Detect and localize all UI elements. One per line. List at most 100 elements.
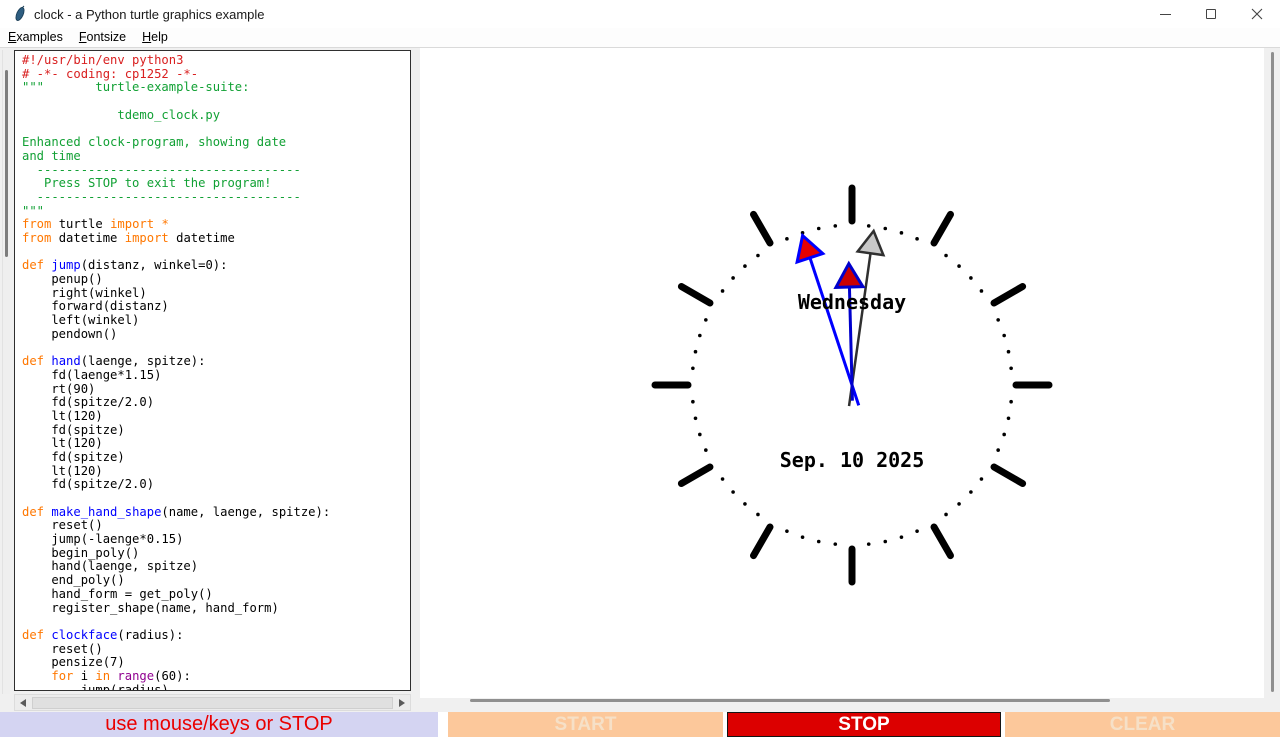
minute-dot [1009, 400, 1013, 404]
code-line: jump(radius) [22, 684, 330, 691]
hour-tick [681, 467, 710, 484]
menubar: Examples Fontsize Help [0, 28, 1280, 48]
scroll-left-arrow-icon[interactable] [20, 699, 26, 707]
maximize-button[interactable] [1188, 0, 1234, 28]
minute-dot [698, 334, 702, 338]
code-editor[interactable]: #!/usr/bin/env python3# -*- coding: cp12… [14, 50, 411, 691]
minute-dot [900, 535, 904, 539]
code-line: pendown() [22, 328, 330, 342]
minute-dot [731, 490, 735, 494]
minute-dot [721, 477, 725, 481]
minute-dot [833, 542, 837, 546]
hour-tick [994, 467, 1023, 484]
minute-dot [867, 224, 871, 228]
code-line: """ turtle-example-suite: [22, 81, 330, 95]
minute-dot [694, 416, 698, 420]
code-line [22, 615, 330, 629]
clock-drawing: WednesdaySep. 10 2025 [420, 48, 1264, 698]
minute-dot [883, 540, 887, 544]
bottombar: use mouse/keys or STOP START STOP CLEAR [0, 712, 1280, 737]
minute-dot [1002, 334, 1006, 338]
minute-dot [743, 264, 747, 268]
stop-button[interactable]: STOP [727, 712, 1001, 737]
turtle-canvas[interactable]: WednesdaySep. 10 2025 [420, 48, 1264, 698]
minimize-icon [1160, 14, 1171, 15]
code-line: fd(spitze/2.0) [22, 396, 330, 410]
minute-dot [900, 231, 904, 235]
minute-dot [785, 529, 789, 533]
date-label: Sep. 10 2025 [780, 448, 925, 472]
canvas-vertical-scrollbar[interactable] [1271, 52, 1274, 692]
minimize-button[interactable] [1142, 0, 1188, 28]
code-line [22, 492, 330, 506]
code-line: for i in range(60): [22, 670, 330, 684]
code-line: fd(spitze) [22, 424, 330, 438]
minute-dot [691, 400, 695, 404]
code-line: rt(90) [22, 383, 330, 397]
minute-dot [996, 318, 1000, 322]
code-line: penup() [22, 273, 330, 287]
minute-dot [704, 448, 708, 452]
code-line: from datetime import datetime [22, 232, 330, 246]
hour-tick [754, 527, 771, 556]
code-vertical-scrollbar[interactable] [2, 50, 10, 694]
canvas-horizontal-scrollbar[interactable] [470, 699, 1110, 702]
menu-examples[interactable]: Examples [0, 28, 71, 48]
minute-dot [944, 254, 948, 258]
code-line: def clockface(radius): [22, 629, 330, 643]
code-line: left(winkel) [22, 314, 330, 328]
hour-tick [994, 287, 1023, 304]
clear-button[interactable]: CLEAR [1005, 712, 1280, 737]
workspace: #!/usr/bin/env python3# -*- coding: cp12… [0, 48, 1280, 712]
scroll-right-arrow-icon[interactable] [399, 699, 405, 707]
code-line: """ [22, 205, 330, 219]
code-line: ------------------------------------ [22, 191, 330, 205]
minute-dot [883, 227, 887, 231]
code-line: #!/usr/bin/env python3 [22, 54, 330, 68]
code-horizontal-scrollbar[interactable] [14, 694, 411, 711]
code-line: def hand(laenge, spitze): [22, 355, 330, 369]
code-line: tdemo_clock.py [22, 109, 330, 123]
code-line [22, 95, 330, 109]
second-hand-arrow [858, 231, 884, 255]
titlebar: clock - a Python turtle graphics example [0, 0, 1280, 28]
start-button[interactable]: START [448, 712, 723, 737]
status-label: use mouse/keys or STOP [0, 712, 438, 737]
close-button[interactable] [1234, 0, 1280, 28]
minute-dot [969, 490, 973, 494]
window-controls [1142, 0, 1280, 28]
code-horizontal-scrollbar-thumb[interactable] [32, 697, 393, 709]
code-line [22, 246, 330, 260]
minute-dot [721, 289, 725, 293]
code-line: fd(spitze) [22, 451, 330, 465]
code-line: jump(-laenge*0.15) [22, 533, 330, 547]
close-icon [1251, 8, 1263, 20]
code-line: forward(distanz) [22, 300, 330, 314]
minute-dot [756, 513, 760, 517]
code-line: reset() [22, 519, 330, 533]
code-line: fd(spitze/2.0) [22, 478, 330, 492]
minute-dot [817, 540, 821, 544]
turtle-icon [11, 5, 29, 23]
minute-dot [1009, 366, 1013, 370]
menu-help[interactable]: Help [134, 28, 176, 48]
minute-dot [691, 366, 695, 370]
code-vertical-scrollbar-thumb[interactable] [5, 70, 8, 257]
turtledemo-window: clock - a Python turtle graphics example… [0, 0, 1280, 737]
code-line: reset() [22, 643, 330, 657]
hour-tick [934, 527, 951, 556]
window-title: clock - a Python turtle graphics example [34, 7, 265, 22]
code-line: register_shape(name, hand_form) [22, 602, 330, 616]
code-line [22, 122, 330, 136]
minute-dot [915, 529, 919, 533]
minute-dot [915, 237, 919, 241]
code-line: Press STOP to exit the program! [22, 177, 330, 191]
minute-dot [785, 237, 789, 241]
menu-fontsize[interactable]: Fontsize [71, 28, 134, 48]
minute-hand-arrow [797, 236, 823, 262]
code-line [22, 341, 330, 355]
code-line: lt(120) [22, 437, 330, 451]
minute-dot [980, 477, 984, 481]
minute-dot [957, 264, 961, 268]
code-line: hand_form = get_poly() [22, 588, 330, 602]
